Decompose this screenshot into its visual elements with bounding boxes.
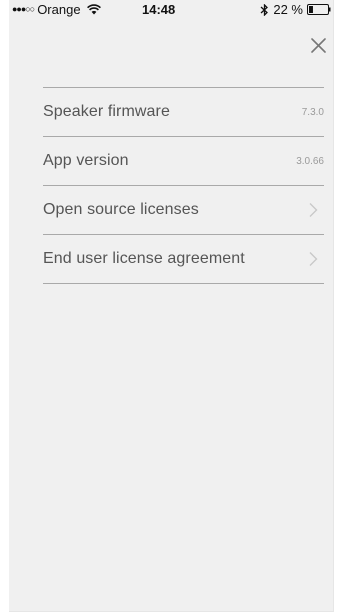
carrier-name: Orange [37, 2, 81, 17]
wifi-icon [86, 4, 101, 15]
close-icon [310, 37, 326, 53]
status-bar: ●●●○○ Orange 14:48 22 % [9, 0, 333, 20]
close-button[interactable] [305, 32, 331, 58]
speaker-firmware-label: Speaker firmware [43, 103, 170, 120]
end-user-license-agreement-label: End user license agreement [43, 250, 245, 267]
status-right: 22 % [260, 3, 331, 16]
app-version-label: App version [43, 152, 129, 169]
about-screen: ●●●○○ Orange 14:48 22 % Speaker firmware… [9, 0, 334, 612]
app-version-row: App version 3.0.66 [43, 137, 324, 186]
speaker-firmware-value: 7.3.0 [301, 106, 324, 118]
end-user-license-agreement-row[interactable]: End user license agreement [43, 235, 324, 284]
app-version-value: 3.0.66 [296, 155, 324, 167]
open-source-licenses-row[interactable]: Open source licenses [43, 186, 324, 235]
clock: 14:48 [142, 2, 176, 17]
battery-icon [307, 4, 331, 15]
battery-fill [309, 6, 313, 13]
chevron-right-icon [309, 203, 318, 217]
open-source-licenses-label: Open source licenses [43, 201, 199, 218]
status-left: ●●●○○ Orange [12, 3, 101, 16]
speaker-firmware-row: Speaker firmware 7.3.0 [43, 88, 324, 137]
signal-strength: ●●●○○ [12, 4, 35, 14]
info-list: Speaker firmware 7.3.0 App version 3.0.6… [43, 87, 324, 284]
battery-percent: 22 % [273, 2, 303, 17]
chevron-right-icon [309, 252, 318, 266]
bluetooth-icon [260, 3, 269, 16]
